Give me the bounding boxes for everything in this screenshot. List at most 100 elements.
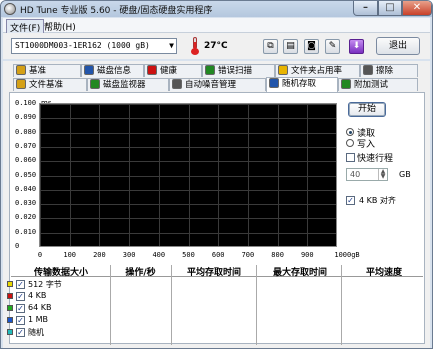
access-time-chart [39,103,337,247]
row-label: 512 字节 [28,280,62,289]
x-tick-label: 400 [152,251,166,259]
menu-help[interactable]: 帮助(H) [41,19,79,34]
tab-error-scan[interactable]: 错误扫描 [202,64,275,77]
x-tick-label: 500 [182,251,195,259]
write-label: 写入 [357,140,376,150]
tab-random-access[interactable]: 随机存取 [266,77,338,92]
exit-button[interactable]: 退出 [376,37,420,55]
monitor-icon [90,79,100,89]
x-tick-label: 1000gB [334,251,360,259]
col-divider [256,265,257,345]
row-checkbox[interactable]: ✓ [16,304,25,313]
tab-folder-usage[interactable]: 文件夹占用率 [275,64,360,77]
random-access-icon [269,78,279,88]
y-tick-label: 0.040 [15,184,37,193]
row-label: 随机 [28,328,44,337]
chart-grid [40,104,336,246]
unit-label: GB [399,170,411,179]
tab-disk-info[interactable]: 磁盘信息 [81,64,144,77]
legend-swatch [7,305,13,311]
y-tick-label: 0.020 [15,213,37,222]
legend-swatch [7,281,13,287]
y-tick-label: 0.060 [15,156,37,165]
scan-icon [205,65,215,75]
short-stroke-input[interactable]: 40 ▲ ▼ [346,168,388,181]
write-radio[interactable] [346,139,354,147]
row-checkbox[interactable]: ✓ [16,280,25,289]
short-stroke-value: 40 [350,170,361,179]
row-label: 4 KB [28,291,47,300]
camera-icon[interactable]: ◙ [304,39,319,54]
align-4kb-checkbox[interactable]: ✓ [346,196,355,205]
minimize-button[interactable]: – [353,1,378,16]
col-max-access: 最大存取时间 [272,268,327,278]
y-tick-label: 0.050 [15,170,37,179]
x-tick-label: 0 [37,251,43,259]
x-tick-label: 700 [241,251,255,259]
short-stroke-checkbox[interactable] [346,153,355,162]
options-icon[interactable]: ✎ [325,39,340,54]
col-ops-per-sec: 操作/秒 [125,268,156,278]
col-divider [341,265,342,345]
extra-tests-icon [341,79,351,89]
health-icon [147,65,157,75]
temperature-readout: 27°C [204,41,228,51]
y-tick-label: 0.080 [15,127,37,136]
results-table-header: 传输数据大小 操作/秒 平均存取时间 最大存取时间 平均速度 [11,265,423,278]
x-tick-label: 200 [93,251,106,259]
download-icon[interactable]: ⬇ [349,39,364,54]
tab-erase[interactable]: 擦除 [360,64,418,77]
drive-select-value: ST1000DM003-1ER162 (1000 gB) [15,41,150,50]
paste-icon[interactable]: ▤ [283,39,298,54]
row-label: 64 KB [28,303,52,312]
col-avg-speed: 平均速度 [365,268,402,278]
drive-select[interactable]: ST1000DM003-1ER162 (1000 gB) ▼ [11,38,177,54]
legend-swatch [7,317,13,323]
menu-bar: 文件(F) 帮助(H) [3,18,430,36]
maximize-button[interactable]: □ [378,1,402,16]
window-title: HD Tune 专业版 5.60 - 硬盘/固态硬盘实用程序 [20,6,213,16]
speaker-icon [172,79,182,89]
y-tick-label: 0.030 [15,199,37,208]
row-label: 1 MB [28,315,49,324]
read-radio[interactable] [346,128,354,136]
x-tick-label: 600 [211,251,225,259]
app-window: HD Tune 专业版 5.60 - 硬盘/固态硬盘实用程序 – □ ✕ 文件(… [0,0,433,349]
tab-disk-monitor[interactable]: 磁盘监视器 [87,78,169,91]
tab-health[interactable]: 健康 [144,64,202,77]
y-tick-label: 0 [15,242,20,250]
x-tick-label: 800 [271,251,284,259]
row-checkbox[interactable]: ✓ [16,328,25,337]
legend-swatch [7,293,13,299]
tab-benchmark[interactable]: 基准 [13,64,81,77]
app-icon [4,3,16,15]
y-tick-label: 0.100 [15,99,37,107]
thermometer-icon [191,37,199,55]
y-tick-label: 0.090 [15,113,37,122]
row-checkbox[interactable]: ✓ [16,292,25,301]
copy-icon[interactable]: ⧉ [263,39,278,54]
legend-swatch [7,329,13,335]
tab-aam[interactable]: 自动噪音管理 [169,78,266,91]
erase-icon [363,65,373,75]
col-avg-access: 平均存取时间 [186,268,241,278]
spinner-arrows-icon[interactable]: ▲ ▼ [378,169,387,180]
benchmark-icon [16,65,26,75]
tab-extra-tests[interactable]: 附加测试 [338,78,418,91]
y-tick-label: 0.070 [15,141,37,150]
col-divider [110,265,111,345]
info-icon [84,65,94,75]
folder-icon [278,65,288,75]
tab-file-benchmark[interactable]: 文件基准 [13,78,87,91]
x-tick-label: 100 [63,251,77,259]
row-checkbox[interactable]: ✓ [16,316,25,325]
chevron-down-icon: ▼ [169,41,174,50]
y-tick-label: 0.010 [15,227,37,236]
x-tick-label: 300 [122,251,136,259]
col-divider [171,265,172,345]
col-transfer-size: 传输数据大小 [33,268,88,278]
close-button[interactable]: ✕ [402,1,432,16]
align-4kb-label: 4 KB 对齐 [359,196,396,205]
x-tick-label: 900 [300,251,314,259]
start-button[interactable]: 开始 [348,102,386,117]
